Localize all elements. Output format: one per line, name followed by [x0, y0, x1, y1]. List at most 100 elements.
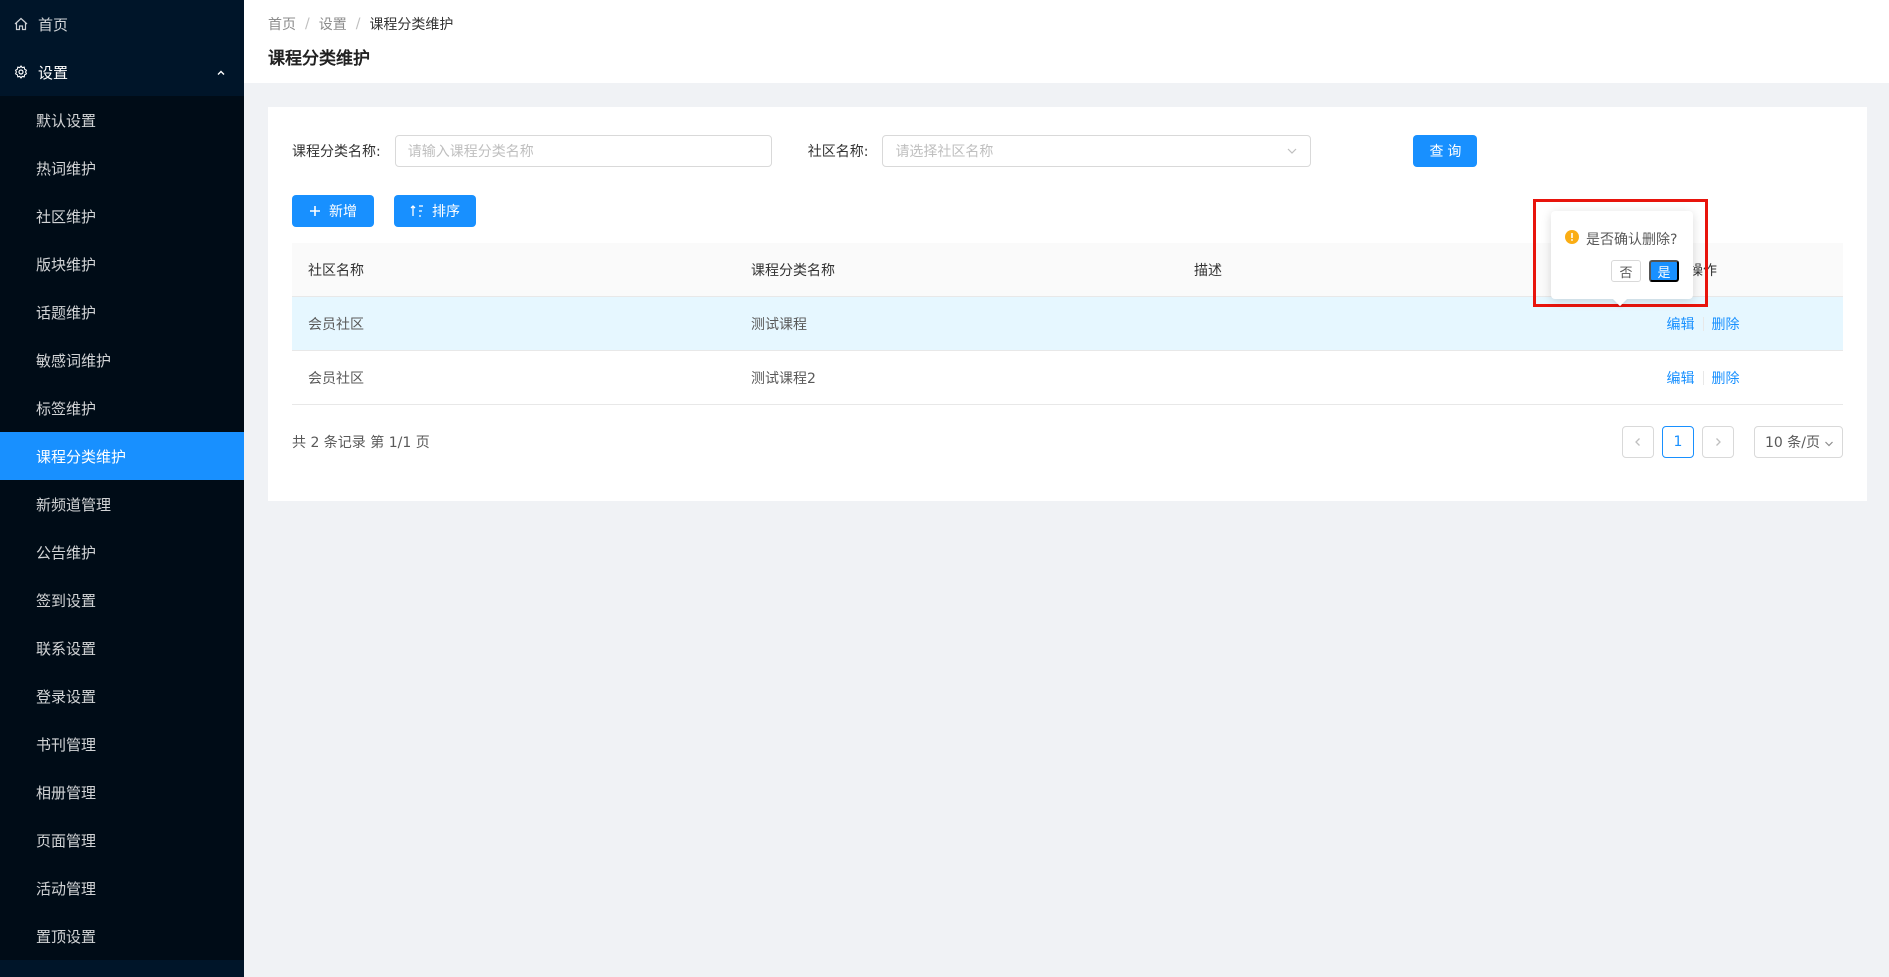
cell-category: 测试课程2: [751, 370, 816, 387]
sidebar-item[interactable]: 书刊管理: [0, 720, 244, 768]
page-title: 课程分类维护: [268, 49, 370, 69]
sidebar-item-label: 登录设置: [36, 687, 97, 706]
sidebar-item[interactable]: 登录设置: [0, 672, 244, 720]
category-name-placeholder: 请输入课程分类名称: [407, 144, 534, 160]
popconfirm-text: 是否确认删除?: [1586, 232, 1678, 248]
home-icon: [12, 15, 30, 33]
sidebar-item-label: 社区维护: [36, 207, 97, 226]
sidebar-item-label: 默认设置: [36, 111, 97, 130]
sidebar-item[interactable]: 热词维护: [0, 144, 244, 192]
sidebar-item[interactable]: 敏感词维护: [0, 336, 244, 384]
delete-link[interactable]: 删除: [1712, 314, 1740, 334]
chevron-right-icon: [1716, 438, 1721, 446]
sidebar-item-label: 课程分类维护: [36, 447, 127, 466]
query-button[interactable]: 查 询: [1413, 135, 1478, 167]
breadcrumb: 首页 / 设置 / 课程分类维护: [268, 14, 453, 34]
edit-link[interactable]: 编辑: [1667, 368, 1695, 388]
popconfirm-ok-button[interactable]: 是: [1649, 260, 1679, 282]
search-form: 课程分类名称: 请输入课程分类名称 社区名称: 请选择社区名称 查 询: [292, 135, 1852, 167]
table-footer: 共 2 条记录 第 1/1 页 1 10 条/页: [292, 426, 1843, 458]
sidebar-item[interactable]: 标签维护: [0, 384, 244, 432]
cell-community: 会员社区: [308, 316, 364, 333]
popconfirm-cancel-button[interactable]: 否: [1611, 260, 1641, 282]
sidebar: 首页 设置 默认设置热词维护社区维护版块维护话题维护敏感词维护标签维护课程分类维…: [0, 0, 244, 977]
divider: [1702, 370, 1704, 385]
breadcrumb-settings[interactable]: 设置: [319, 14, 347, 34]
sidebar-item-label: 相册管理: [36, 783, 97, 802]
community-name-label: 社区名称:: [807, 144, 869, 160]
chevron-left-icon: [1635, 438, 1640, 446]
column-header-description: 描述: [1194, 262, 1222, 279]
sidebar-item[interactable]: 页面管理: [0, 816, 244, 864]
sidebar-item[interactable]: 默认设置: [0, 96, 244, 144]
column-header-community: 社区名称: [308, 262, 364, 279]
cell-actions: 编辑 删除: [1547, 368, 1843, 388]
cell-actions: 编辑 删除: [1547, 314, 1843, 334]
sidebar-item[interactable]: 联系设置: [0, 624, 244, 672]
sidebar-item[interactable]: 新频道管理: [0, 480, 244, 528]
community-name-select[interactable]: 请选择社区名称: [882, 135, 1312, 167]
sidebar-item-label: 置顶设置: [36, 927, 97, 946]
sidebar-group-label: 设置: [38, 63, 69, 82]
edit-link[interactable]: 编辑: [1667, 314, 1695, 334]
sort-button-label: 排序: [432, 203, 460, 219]
sidebar-item[interactable]: 话题维护: [0, 288, 244, 336]
total-records-text: 共 2 条记录 第 1/1 页: [292, 435, 430, 451]
sidebar-group-settings[interactable]: 设置: [0, 48, 244, 96]
plus-icon: [310, 206, 320, 216]
sidebar-item[interactable]: 相册管理: [0, 768, 244, 816]
sidebar-item-label: 标签维护: [36, 399, 97, 418]
popconfirm-message: 是否确认删除?: [1565, 229, 1677, 249]
sidebar-item[interactable]: 社区维护: [0, 192, 244, 240]
chevron-up-icon: [216, 64, 226, 82]
breadcrumb-separator: /: [305, 16, 310, 32]
delete-popconfirm: 是否确认删除? 否 是: [1551, 211, 1693, 307]
cell-community: 会员社区: [308, 370, 364, 387]
add-button-label: 新增: [329, 203, 357, 219]
sidebar-item-label: 联系设置: [36, 639, 97, 658]
sidebar-item-label: 首页: [38, 15, 69, 34]
breadcrumb-home[interactable]: 首页: [268, 14, 296, 34]
page-header: 首页 / 设置 / 课程分类维护 课程分类维护: [244, 0, 1889, 83]
breadcrumb-current: 课程分类维护: [369, 17, 454, 33]
popconfirm-buttons: 否 是: [1611, 260, 1679, 282]
page-size-select[interactable]: 10 条/页: [1754, 426, 1843, 458]
sidebar-item-label: 敏感词维护: [36, 351, 112, 370]
settings-submenu: 默认设置热词维护社区维护版块维护话题维护敏感词维护标签维护课程分类维护 新频道管理…: [0, 96, 244, 960]
sidebar-item[interactable]: 置顶设置: [0, 912, 244, 960]
sidebar-item-label: 签到设置: [36, 591, 97, 610]
sidebar-item-home[interactable]: 首页: [0, 0, 244, 48]
sort-icon: [410, 205, 423, 217]
sidebar-item-label: 书刊管理: [36, 735, 97, 754]
chevron-down-icon: [1824, 437, 1834, 453]
page-size-value: 10 条/页: [1765, 435, 1820, 451]
sidebar-item-label: 热词维护: [36, 159, 97, 178]
sidebar-item[interactable]: 课程分类维护: [0, 432, 244, 480]
sidebar-item-label: 公告维护: [36, 543, 97, 562]
prev-page-button[interactable]: [1622, 426, 1654, 458]
gear-icon: [12, 63, 30, 81]
sidebar-item[interactable]: 版块维护: [0, 240, 244, 288]
sidebar-item-label: 话题维护: [36, 303, 97, 322]
category-name-input[interactable]: 请输入课程分类名称: [394, 135, 772, 167]
sidebar-item[interactable]: 签到设置: [0, 576, 244, 624]
sidebar-item[interactable]: 公告维护: [0, 528, 244, 576]
community-name-placeholder: 请选择社区名称: [895, 144, 994, 160]
pagination: 1 10 条/页: [1614, 426, 1843, 458]
table-row[interactable]: 会员社区 测试课程2 编辑 删除: [292, 351, 1843, 405]
add-button[interactable]: 新增: [292, 195, 374, 227]
delete-link[interactable]: 删除: [1712, 368, 1740, 388]
sidebar-item-label: 活动管理: [36, 879, 97, 898]
sort-button[interactable]: 排序: [394, 195, 476, 227]
sidebar-item-label: 新频道管理: [36, 495, 112, 514]
page-number-button[interactable]: 1: [1662, 426, 1694, 458]
cell-category: 测试课程: [751, 316, 807, 333]
divider: [1702, 316, 1704, 331]
chevron-down-icon: [1286, 145, 1298, 161]
toolbar: 新增 排序: [292, 195, 476, 227]
breadcrumb-separator: /: [355, 16, 361, 32]
column-header-category: 课程分类名称: [751, 262, 835, 279]
sidebar-item[interactable]: 活动管理: [0, 864, 244, 912]
next-page-button[interactable]: [1702, 426, 1734, 458]
warning-icon: [1565, 230, 1579, 248]
